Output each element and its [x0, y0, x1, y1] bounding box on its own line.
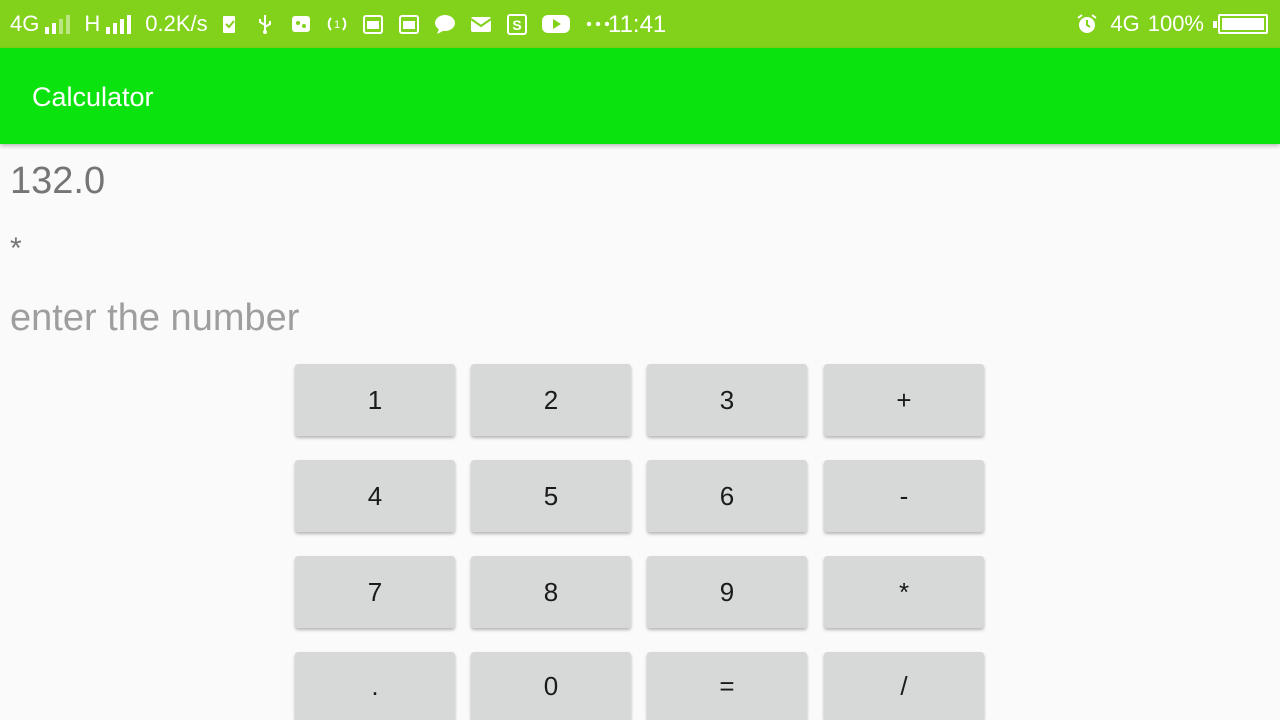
usb-icon	[254, 13, 276, 35]
network-type-label-2: H	[84, 11, 101, 36]
operator-display: *	[10, 232, 22, 265]
key-multiply-button[interactable]: *	[824, 556, 984, 628]
key-2-button[interactable]: 2	[471, 364, 631, 436]
youtube-icon	[541, 13, 570, 35]
key-7-button[interactable]: 7	[295, 556, 455, 628]
status-left: 4G H 0.2K/s 1 S	[10, 0, 616, 48]
number-input[interactable]	[10, 290, 610, 346]
key-1-button[interactable]: 1	[295, 364, 455, 436]
svg-text:S: S	[512, 17, 521, 33]
app-bar: Calculator	[0, 48, 1280, 144]
key-0-button[interactable]: 0	[471, 652, 631, 720]
signal-strength-icon	[45, 14, 71, 34]
mail-icon	[470, 13, 492, 35]
key-decimal-button[interactable]: .	[295, 652, 455, 720]
chat-icon	[434, 13, 456, 35]
network-type-label: 4G	[10, 11, 40, 36]
s-app-icon: S	[506, 13, 528, 35]
key-3-button[interactable]: 3	[647, 364, 807, 436]
app-title: Calculator	[32, 82, 154, 112]
calendar-icon-2	[398, 13, 420, 35]
key-8-button[interactable]: 8	[471, 556, 631, 628]
key-minus-button[interactable]: -	[824, 460, 984, 532]
key-4-button[interactable]: 4	[295, 460, 455, 532]
key-divide-button[interactable]: /	[824, 652, 984, 720]
battery-icon	[1213, 14, 1268, 34]
battery-percent: 100%	[1147, 11, 1204, 36]
status-bar: 4G H 0.2K/s 1 S 11:41 4G 100%	[0, 0, 1280, 48]
network-type-right: 4G	[1110, 11, 1140, 36]
result-display: 132.0	[10, 160, 106, 202]
calendar-icon	[362, 13, 384, 35]
hotspot-icon: 1	[326, 13, 348, 35]
key-6-button[interactable]: 6	[647, 460, 807, 532]
key-5-button[interactable]: 5	[471, 460, 631, 532]
sim-icon	[290, 13, 312, 35]
svg-text:1: 1	[334, 19, 340, 31]
network-speed: 0.2K/s	[145, 11, 208, 36]
status-time: 11:41	[608, 11, 667, 38]
signal-strength-icon-2	[106, 14, 132, 34]
key-plus-button[interactable]: +	[824, 364, 984, 436]
key-equals-button[interactable]: =	[647, 652, 807, 720]
check-battery-icon	[218, 13, 240, 35]
status-right: 4G 100%	[1072, 0, 1268, 48]
alarm-icon	[1076, 13, 1098, 35]
key-9-button[interactable]: 9	[647, 556, 807, 628]
